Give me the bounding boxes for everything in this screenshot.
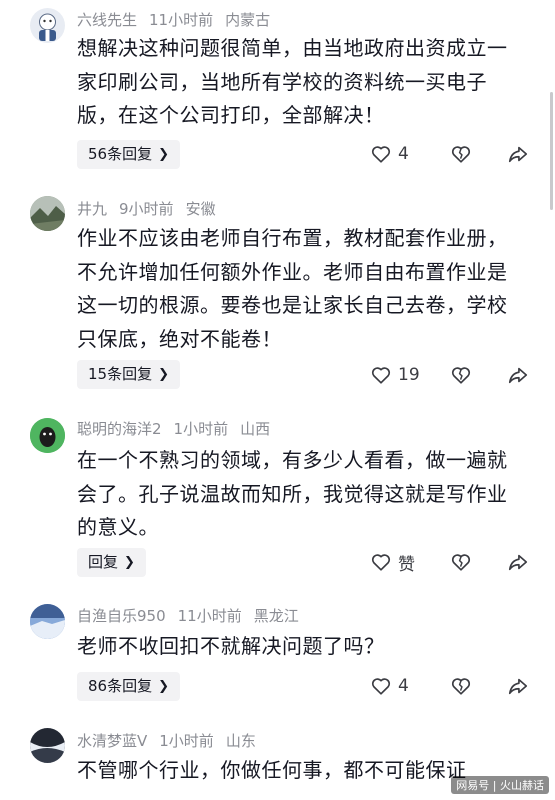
- comment-text: 作业不应该由老师自行布置，教材配套作业册， 不允许增加任何额外作业。老师自由布置…: [77, 222, 532, 356]
- comment-actions: 4: [370, 673, 540, 699]
- like-button[interactable]: 赞: [370, 549, 415, 575]
- share-arrow-icon[interactable]: [507, 143, 529, 165]
- location: 内蒙古: [225, 11, 271, 29]
- like-count: 4: [398, 144, 409, 164]
- location: 安徽: [185, 200, 216, 218]
- comment-line: 不允许增加任何额外作业。老师自由布置作业是: [77, 259, 508, 284]
- share-arrow-icon[interactable]: [507, 551, 529, 573]
- avatar[interactable]: [30, 604, 65, 639]
- view-replies-button[interactable]: 86条回复 ❯: [77, 672, 180, 701]
- timestamp: 11小时前: [177, 607, 242, 625]
- view-replies-button[interactable]: 56条回复 ❯: [77, 140, 180, 169]
- reply-button[interactable]: 回复 ❯: [77, 548, 146, 577]
- comment-meta: 六线先生 11小时前 内蒙古: [77, 9, 282, 30]
- comment-meta: 聪明的海洋2 1小时前 山西: [77, 418, 282, 439]
- avatar[interactable]: [30, 8, 65, 43]
- timestamp: 9小时前: [119, 200, 174, 218]
- chevron-right-icon: ❯: [158, 367, 169, 382]
- like-count: 赞: [398, 554, 415, 575]
- avatar[interactable]: [30, 196, 65, 231]
- reply-label: 56条回复: [88, 145, 153, 163]
- avatar[interactable]: [30, 728, 65, 763]
- scrollbar[interactable]: [550, 92, 553, 210]
- share-arrow-icon[interactable]: [507, 675, 529, 697]
- comment-text: 老师不收回扣不就解决问题了吗？: [77, 630, 532, 664]
- broken-heart-icon[interactable]: [450, 551, 472, 573]
- comment-line: 想解决这种问题很简单，由当地政府出资成立一: [77, 36, 508, 60]
- heart-outline-icon: [371, 554, 391, 571]
- location: 山西: [240, 420, 271, 438]
- timestamp: 1小时前: [159, 732, 214, 750]
- reply-label: 86条回复: [88, 677, 153, 695]
- chevron-right-icon: ❯: [124, 555, 135, 570]
- comment-meta: 水清梦蓝V 1小时前 山东: [77, 730, 268, 751]
- comment-actions: 4: [370, 141, 540, 167]
- comment-text: 在一个不熟习的领域，有多少人看看，做一遍就 会了。孔子说温故而知所，我觉得这就是…: [77, 444, 532, 545]
- chevron-right-icon: ❯: [158, 679, 169, 694]
- comment-line: 老师不收回扣不就解决问题了吗？: [77, 634, 385, 658]
- like-button[interactable]: 4: [370, 673, 409, 699]
- username[interactable]: 聪明的海洋2: [77, 420, 162, 438]
- location: 黑龙江: [253, 607, 299, 625]
- broken-heart-icon[interactable]: [450, 143, 472, 165]
- comment-line: 在一个不熟习的领域，有多少人看看，做一遍就: [77, 448, 508, 472]
- broken-heart-icon[interactable]: [450, 675, 472, 697]
- comment-line: 作业不应该由老师自行布置，教材配套作业册，: [77, 226, 508, 250]
- like-button[interactable]: 19: [370, 362, 420, 388]
- like-count: 19: [398, 365, 420, 385]
- heart-outline-icon: [371, 678, 391, 695]
- comment-text: 想解决这种问题很简单，由当地政府出资成立一 家印刷公司，当地所有学校的资料统一买…: [77, 32, 532, 133]
- location: 山东: [225, 732, 256, 750]
- username[interactable]: 六线先生: [77, 11, 137, 29]
- view-replies-button[interactable]: 15条回复 ❯: [77, 360, 180, 389]
- comment-line: 版，在这个公司打印，全部解决！: [77, 103, 385, 127]
- comment-meta: 井九 9小时前 安徽: [77, 198, 228, 219]
- timestamp: 11小时前: [149, 11, 214, 29]
- timestamp: 1小时前: [173, 420, 229, 438]
- chevron-right-icon: ❯: [158, 147, 169, 162]
- comment-meta: 自渔自乐950 11小时前 黑龙江: [77, 605, 311, 626]
- heart-outline-icon: [371, 146, 391, 163]
- comment-line: 会了。孔子说温故而知所，我觉得这就是写作业: [77, 481, 508, 506]
- comment-line: 这一切的根源。要卷也是让家长自己去卷，学校: [77, 293, 508, 317]
- reply-label: 回复: [88, 553, 119, 571]
- username[interactable]: 井九: [77, 200, 107, 218]
- like-count: 4: [398, 676, 409, 696]
- comment-actions: 19: [370, 362, 540, 388]
- heart-outline-icon: [371, 367, 391, 384]
- reply-label: 15条回复: [88, 365, 153, 383]
- username[interactable]: 自渔自乐950: [77, 607, 166, 625]
- username[interactable]: 水清梦蓝V: [77, 732, 147, 750]
- comment-actions: 赞: [370, 549, 540, 575]
- share-arrow-icon[interactable]: [507, 364, 529, 386]
- like-button[interactable]: 4: [370, 141, 409, 167]
- watermark: 网易号 | 火山赫话: [451, 776, 549, 794]
- broken-heart-icon[interactable]: [450, 364, 472, 386]
- comment-line: 只保底，绝对不能卷！: [77, 326, 282, 351]
- comment-line: 的意义。: [77, 515, 159, 539]
- comment-line: 家印刷公司，当地所有学校的资料统一买电子: [77, 69, 487, 94]
- avatar[interactable]: [30, 418, 65, 453]
